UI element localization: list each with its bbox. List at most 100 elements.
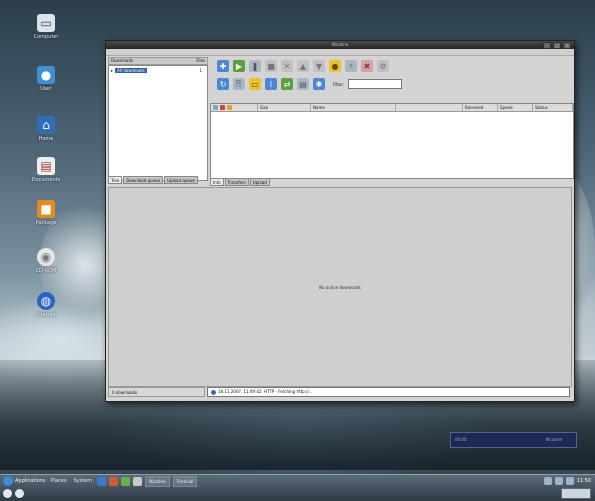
tree-item-all-downloads[interactable]: ▸ All downloads 1: [109, 66, 207, 75]
tab-upload[interactable]: Upload: [249, 178, 270, 186]
minimize-button[interactable]: –: [543, 42, 551, 49]
filter-input[interactable]: [348, 79, 403, 89]
mail-launcher-icon[interactable]: [109, 476, 119, 486]
settings-icon[interactable]: ✱: [313, 78, 325, 90]
desktop-icon-label: Computer: [33, 34, 59, 40]
app-window: Nicotine – □ × Downloads Files ▸ All dow…: [105, 40, 575, 402]
window-title: Nicotine: [331, 42, 349, 47]
folder-open-icon[interactable]: ▭: [249, 78, 261, 90]
desktop-icon-label: Package: [35, 220, 57, 226]
move-up-icon[interactable]: ▲: [297, 60, 309, 72]
stats-icon[interactable]: ▤: [297, 78, 309, 90]
close-button[interactable]: ×: [563, 42, 571, 49]
tab-tree[interactable]: Tree: [108, 176, 123, 184]
desktop-icon-home[interactable]: ⌂ Home: [14, 116, 78, 142]
options-icon[interactable]: ⚙: [377, 60, 389, 72]
left-tabs: Tree Download queue Upload queue: [108, 176, 208, 184]
column-status[interactable]: Status: [533, 104, 573, 111]
copy-icon[interactable]: ⎘: [233, 78, 245, 90]
right-tabs: Info Transfers Upload: [210, 178, 270, 186]
tab-download-queue[interactable]: Download queue: [123, 176, 164, 184]
browser-launcher-icon[interactable]: [97, 476, 107, 486]
status-log-text: 18.11.2007, 11:49:42, HTTP - Fetching ht…: [218, 389, 313, 394]
toolbar-row-1: ✚ ▶ ❚ ■ ✕ ▲ ▼ ● ⌕ ✖ ⚙: [213, 57, 569, 75]
workspace-icon[interactable]: [15, 488, 24, 498]
column-size[interactable]: Size: [258, 104, 311, 111]
desktop-icon-label: Internet: [36, 312, 56, 318]
desktop-icon-documents[interactable]: ▤ Documents: [14, 157, 78, 183]
network-tray-icon[interactable]: [554, 477, 563, 485]
desktop-icon-label: Home: [38, 136, 54, 142]
search-icon[interactable]: ⌕: [345, 60, 357, 72]
column-speed[interactable]: Speed: [498, 104, 533, 111]
flag-icon: [227, 105, 232, 110]
main-toolbar: ✚ ▶ ❚ ■ ✕ ▲ ▼ ● ⌕ ✖ ⚙ ↻ ⎘ ▭ i ⇄ ▤ ✱ Filt…: [213, 57, 569, 93]
home-icon: ⌂: [37, 116, 55, 134]
column-icons[interactable]: [211, 104, 258, 111]
refresh-icon[interactable]: ↻: [217, 78, 229, 90]
status-icon: [213, 105, 218, 110]
window-titlebar[interactable]: Nicotine – □ ×: [106, 41, 574, 49]
connect-icon[interactable]: ⇄: [281, 78, 293, 90]
toolbar-row-2: ↻ ⎘ ▭ i ⇄ ▤ ✱ Filter:: [213, 75, 569, 93]
desktop-icon-user[interactable]: ● User: [14, 66, 78, 92]
column-received[interactable]: Received: [463, 104, 498, 111]
tree-header-right: Files: [196, 58, 205, 63]
notification-time: 00:00: [455, 437, 467, 442]
applications-menu[interactable]: Applications: [3, 476, 46, 486]
cd-icon: ◉: [37, 248, 55, 266]
clock[interactable]: 11:50: [577, 478, 591, 484]
taskbar: Applications Places System Nicotine Term…: [0, 474, 595, 501]
download-list[interactable]: Size Name Received Speed Status: [210, 103, 574, 179]
column-name[interactable]: Name: [311, 104, 396, 111]
column-spacer: [396, 104, 463, 111]
desktop-icon-label: CD-ROM: [35, 268, 57, 274]
system-tray: 11:50: [543, 477, 595, 485]
desktop-icon-computer[interactable]: ▭ Computer: [14, 14, 78, 40]
system-menu[interactable]: System: [71, 478, 94, 484]
user-icon: ●: [37, 66, 55, 84]
desktop-icon-label: Documents: [31, 177, 61, 183]
remove-icon[interactable]: ✕: [281, 60, 293, 72]
task-terminal[interactable]: Terminal: [172, 475, 198, 487]
tab-transfers[interactable]: Transfers: [224, 178, 249, 186]
tree-list: ▸ All downloads 1: [108, 65, 208, 181]
maximize-button[interactable]: □: [553, 42, 561, 49]
office-launcher-icon[interactable]: [121, 476, 131, 486]
notification-text: Nicotine: [545, 437, 562, 442]
desktop-icon-label: User: [40, 86, 52, 92]
network-icon: [211, 389, 216, 395]
taskbar-top: Applications Places System Nicotine Term…: [0, 475, 595, 487]
tab-info[interactable]: Info: [210, 178, 224, 186]
menu-bar: [106, 49, 574, 56]
filter-label: Filter:: [333, 81, 345, 87]
tab-upload-queue[interactable]: Upload queue: [164, 176, 198, 184]
desktop-icon-cdrom[interactable]: ◉ CD-ROM: [14, 248, 78, 274]
task-nicotine[interactable]: Nicotine: [145, 475, 170, 487]
info-icon[interactable]: i: [265, 78, 277, 90]
terminal-launcher-icon[interactable]: [133, 476, 143, 486]
tree-item-label: All downloads: [115, 68, 147, 73]
list-header: Size Name Received Speed Status: [211, 104, 573, 112]
show-desktop-icon[interactable]: [3, 488, 12, 498]
package-icon: ■: [37, 200, 55, 218]
lightbulb-icon[interactable]: ●: [329, 60, 341, 72]
workspace-switcher[interactable]: [561, 487, 591, 499]
places-menu[interactable]: Places: [49, 478, 69, 484]
move-down-icon[interactable]: ▼: [313, 60, 325, 72]
desktop-icon-package[interactable]: ■ Package: [14, 200, 78, 226]
desktop-icon-internet[interactable]: ◍ Internet: [14, 292, 78, 318]
folder-icon: ▸: [111, 68, 114, 73]
update-icon[interactable]: [565, 477, 574, 485]
pause-icon[interactable]: ❚: [249, 60, 261, 72]
new-download-icon[interactable]: ✚: [217, 60, 229, 72]
tree-header: Downloads Files: [108, 57, 208, 65]
computer-icon: ▭: [37, 14, 55, 32]
taskbar-bottom: [0, 487, 595, 499]
resume-icon[interactable]: ▶: [233, 60, 245, 72]
stop-icon[interactable]: ■: [265, 60, 277, 72]
delete-icon[interactable]: ✖: [361, 60, 373, 72]
applications-label: Applications: [15, 478, 46, 484]
notification-popup[interactable]: 00:00 Nicotine: [450, 432, 577, 448]
volume-icon[interactable]: [543, 477, 552, 485]
